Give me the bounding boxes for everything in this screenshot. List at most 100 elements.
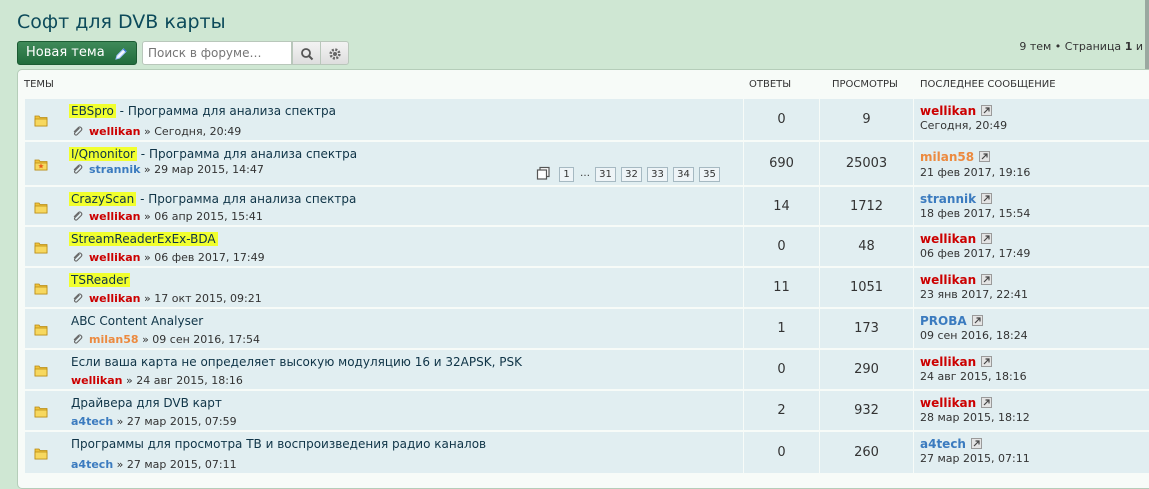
goto-last-post-icon[interactable] (971, 315, 983, 326)
goto-last-post-icon[interactable] (979, 151, 991, 162)
views-count: 173 (854, 321, 879, 336)
last-post-cell: wellikan Сегодня, 20:49 (913, 99, 1149, 140)
topic-time: » 09 сен 2016, 17:54 (142, 333, 260, 346)
topic-title-link[interactable]: EBSpro - Программа для анализа спектра (69, 104, 336, 118)
topic-cell: StreamReaderExEx-BDA wellikan » 06 фев 2… (25, 227, 743, 266)
search-button[interactable] (292, 41, 321, 65)
column-last-post: ПОСЛЕДНЕЕ СООБЩЕНИЕ (920, 79, 1056, 90)
topic-title-text: - Программа для анализа спектра (136, 147, 358, 161)
goto-last-post-icon[interactable] (981, 105, 993, 116)
replies-count: 1 (777, 321, 786, 336)
multipage-icon (536, 166, 550, 180)
topic-row[interactable]: Драйвера для DVB карт a4tech » 27 мар 20… (25, 391, 1149, 431)
last-post-time: 27 мар 2015, 07:11 (920, 452, 1030, 465)
topic-row[interactable]: ABC Content Analyser milan58 » 09 сен 20… (25, 309, 1149, 349)
topic-page-link[interactable]: 32 (621, 167, 642, 182)
views-count: 48 (858, 239, 875, 254)
topic-row[interactable]: EBSpro - Программа для анализа спектра w… (25, 99, 1149, 141)
topic-row[interactable]: Программы для просмотра ТВ и воспроизвед… (25, 432, 1149, 474)
goto-last-post-icon[interactable] (981, 397, 993, 408)
last-post-author-link[interactable]: strannik (920, 192, 993, 206)
forum-search-box[interactable] (142, 41, 292, 65)
topic-time: » 06 фев 2017, 17:49 (144, 251, 265, 264)
replies-count: 11 (773, 280, 790, 295)
last-post-author-link[interactable]: wellikan (920, 396, 993, 410)
views-cell: 290 (819, 350, 913, 389)
last-post-author-link[interactable]: wellikan (920, 355, 993, 369)
replies-cell: 14 (743, 187, 819, 225)
topic-row[interactable]: I/Qmonitor - Программа для анализа спект… (25, 142, 1149, 186)
pagination-summary-text: 9 тем • Страница (1019, 40, 1122, 53)
replies-count: 2 (777, 403, 786, 418)
last-post-cell: wellikan 06 фев 2017, 17:49 (913, 227, 1149, 266)
last-post-author-text: a4tech (920, 437, 966, 451)
last-post-time: 23 янв 2017, 22:41 (920, 288, 1028, 301)
last-post-author-link[interactable]: PROBA (920, 314, 983, 328)
topic-page-link[interactable]: 35 (699, 167, 720, 182)
topic-author-link[interactable]: wellikan (89, 210, 141, 223)
topic-title-link[interactable]: Если ваша карта не определяет высокую мо… (71, 355, 522, 369)
topic-row[interactable]: TSReader wellikan » 17 окт 2015, 09:21 1… (25, 268, 1149, 308)
views-cell: 25003 (819, 142, 913, 185)
topic-title-link[interactable]: TSReader (69, 273, 131, 287)
last-post-author-text: milan58 (920, 150, 975, 164)
pencil-icon (115, 48, 127, 60)
last-post-cell: a4tech 27 мар 2015, 07:11 (913, 432, 1149, 473)
forum-search-input[interactable] (143, 42, 291, 64)
last-post-author-link[interactable]: wellikan (920, 104, 993, 118)
topic-title-link[interactable]: I/Qmonitor - Программа для анализа спект… (69, 147, 358, 161)
topic-author-link[interactable]: a4tech (71, 458, 113, 471)
replies-cell: 0 (743, 432, 819, 473)
topic-title-link[interactable]: CrazyScan - Программа для анализа спектр… (69, 192, 356, 206)
topic-title-link[interactable]: Драйвера для DVB карт (71, 396, 222, 410)
last-post-author-link[interactable]: a4tech (920, 437, 982, 451)
topic-author-link[interactable]: a4tech (71, 415, 113, 428)
topic-author-link[interactable]: wellikan (71, 374, 123, 387)
topic-author-link[interactable]: wellikan (89, 251, 141, 264)
topic-page-link[interactable]: 31 (595, 167, 616, 182)
views-cell: 932 (819, 391, 913, 430)
topic-title-link[interactable]: Программы для просмотра ТВ и воспроизвед… (71, 437, 486, 451)
goto-last-post-icon[interactable] (981, 356, 993, 367)
topic-page-link[interactable]: 33 (647, 167, 668, 182)
last-post-author-link[interactable]: wellikan (920, 273, 993, 287)
current-page-link[interactable]: 1 (1125, 40, 1133, 53)
last-post-author-text: wellikan (920, 104, 977, 118)
topic-author-link[interactable]: milan58 (89, 333, 139, 346)
goto-last-post-icon[interactable] (981, 233, 993, 244)
last-post-cell: PROBA 09 сен 2016, 18:24 (913, 309, 1149, 348)
folder-icon (34, 115, 48, 127)
last-post-time: 21 фев 2017, 19:16 (920, 166, 1031, 179)
topic-meta: wellikan » 24 авг 2015, 18:16 (71, 374, 243, 387)
topic-page-link[interactable]: 34 (673, 167, 694, 182)
attachment-icon (73, 334, 83, 344)
topic-title-text: ABC Content Analyser (71, 314, 204, 328)
topic-title-link[interactable]: StreamReaderExEx-BDA (69, 232, 218, 246)
goto-last-post-icon[interactable] (970, 438, 982, 449)
views-count: 25003 (845, 156, 888, 171)
topic-title-highlight: StreamReaderExEx-BDA (69, 232, 218, 246)
views-count: 1712 (849, 199, 884, 214)
topic-title-highlight: CrazyScan (69, 192, 137, 206)
topic-row[interactable]: CrazyScan - Программа для анализа спектр… (25, 187, 1149, 226)
replies-cell: 0 (743, 227, 819, 266)
topic-row[interactable]: StreamReaderExEx-BDA wellikan » 06 фев 2… (25, 227, 1149, 267)
pagination-cut-text: и (1135, 40, 1143, 53)
topic-page-link[interactable]: 1 (559, 167, 574, 182)
new-topic-button[interactable]: Новая тема (17, 41, 137, 65)
topic-author-link[interactable]: wellikan (89, 292, 141, 305)
advanced-search-button[interactable] (320, 41, 349, 65)
views-cell: 260 (819, 432, 913, 473)
goto-last-post-icon[interactable] (981, 193, 993, 204)
topic-row[interactable]: Если ваша карта не определяет высокую мо… (25, 350, 1149, 390)
topic-author-link[interactable]: strannik (89, 163, 140, 176)
replies-cell: 690 (743, 142, 819, 185)
last-post-cell: milan58 21 фев 2017, 19:16 (913, 142, 1149, 185)
topic-author-link[interactable]: wellikan (89, 125, 141, 138)
last-post-author-link[interactable]: milan58 (920, 150, 991, 164)
last-post-author-link[interactable]: wellikan (920, 232, 993, 246)
topic-cell: I/Qmonitor - Программа для анализа спект… (25, 142, 743, 185)
goto-last-post-icon[interactable] (981, 274, 993, 285)
replies-count: 0 (777, 112, 786, 127)
topic-title-link[interactable]: ABC Content Analyser (71, 314, 203, 328)
